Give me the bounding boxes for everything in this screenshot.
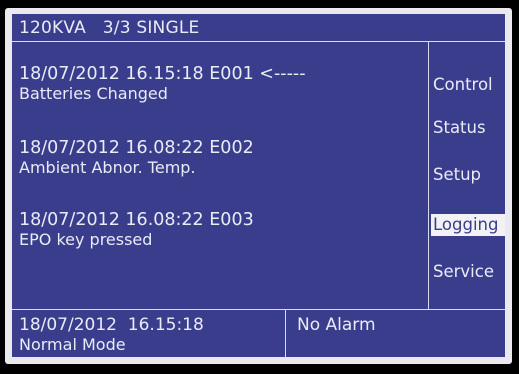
log-entry-description: Ambient Abnor. Temp. xyxy=(19,158,196,177)
menu-item-setup[interactable]: Setup xyxy=(431,164,505,186)
device-title: 120KVA 3/3 SINGLE xyxy=(19,18,200,38)
log-entry-datetime: 18/07/2012 16.08:22 E003 xyxy=(19,210,254,230)
log-entry[interactable]: 18/07/2012 16.15:18 E001 <----- Batterie… xyxy=(19,64,306,103)
status-alarm: No Alarm xyxy=(297,315,376,335)
log-entry-datetime: 18/07/2012 16.15:18 E001 <----- xyxy=(19,64,306,84)
menu-item-status[interactable]: Status xyxy=(431,117,505,139)
display-screen: 120KVA 3/3 SINGLE 18/07/2012 16.15:18 E0… xyxy=(12,14,505,357)
menu-divider xyxy=(428,41,429,309)
status-datetime: 18/07/2012 16.15:18 xyxy=(19,315,204,335)
status-mode: Normal Mode xyxy=(19,335,126,354)
log-entry-datetime: 18/07/2012 16.08:22 E002 xyxy=(19,138,254,158)
header-divider xyxy=(12,41,505,42)
log-entry-description: EPO key pressed xyxy=(19,230,153,249)
statusbar-separator xyxy=(285,309,286,357)
log-entry[interactable]: 18/07/2012 16.08:22 E003 EPO key pressed xyxy=(19,210,254,249)
menu-item-service[interactable]: Service xyxy=(431,261,505,283)
menu-item-logging[interactable]: Logging xyxy=(431,214,505,236)
device-bezel: 120KVA 3/3 SINGLE 18/07/2012 16.15:18 E0… xyxy=(0,0,519,374)
log-entry-description: Batteries Changed xyxy=(19,84,168,103)
statusbar-divider xyxy=(12,309,505,310)
menu-item-control[interactable]: Control xyxy=(431,74,505,96)
log-entry[interactable]: 18/07/2012 16.08:22 E002 Ambient Abnor. … xyxy=(19,138,254,177)
